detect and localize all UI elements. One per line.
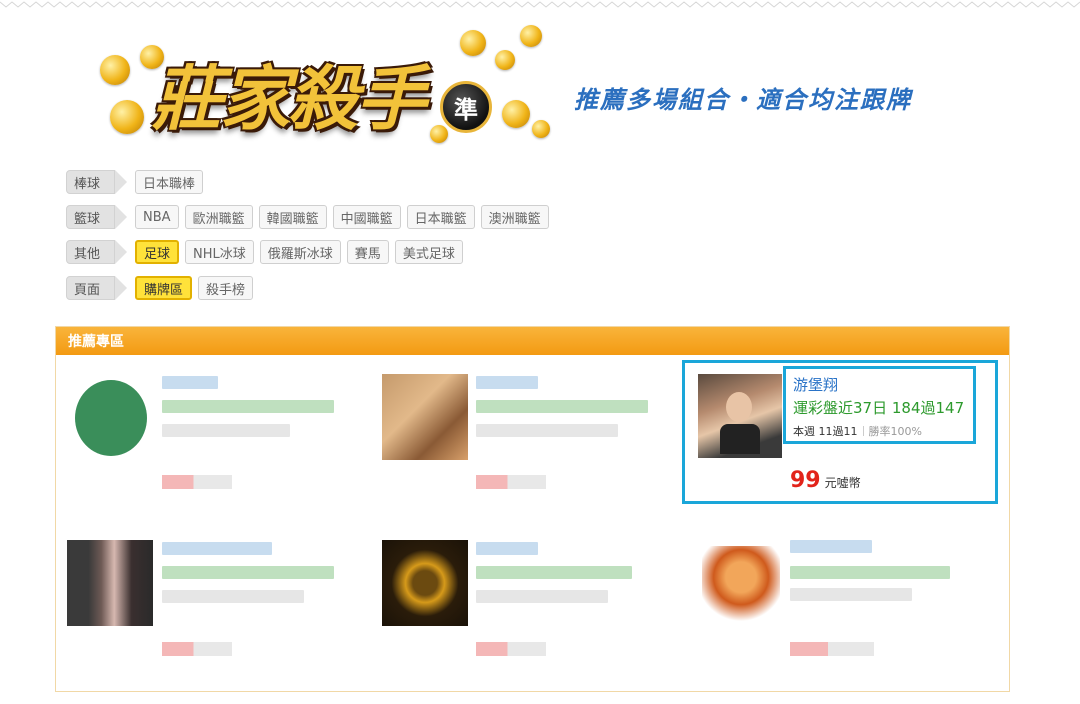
coin-icon <box>110 100 144 134</box>
coin-icon <box>532 120 550 138</box>
tipster-card[interactable] <box>70 372 370 517</box>
filter-chip-korea-basketball[interactable]: 韓國職籃 <box>258 205 327 229</box>
blurred-stats <box>476 590 608 603</box>
filter-chip-american-football[interactable]: 美式足球 <box>394 240 463 264</box>
filter-chip-purchase-area[interactable]: 購牌區 <box>135 276 193 300</box>
top-zigzag-border <box>0 1 1080 8</box>
coin-icon <box>495 50 515 70</box>
filter-row-basketball: 籃球 NBA 歐洲職籃 韓國職籃 中國職籃 日本職籃 澳洲職籃 <box>66 204 549 230</box>
panel-title: 推薦專區 <box>56 327 1009 355</box>
blurred-name <box>476 542 538 555</box>
featured-tipster-record: 運彩盤近37日 184過147 <box>793 399 965 417</box>
blurred-stats <box>790 588 912 601</box>
filter-chip-soccer[interactable]: 足球 <box>135 240 180 264</box>
coin-icon <box>460 30 486 56</box>
blurred-price <box>162 642 232 656</box>
filter-chip-china-basketball[interactable]: 中國職籃 <box>332 205 401 229</box>
tipster-card[interactable] <box>698 538 998 683</box>
blurred-name <box>790 540 872 553</box>
blurred-name <box>162 376 218 389</box>
avatar <box>382 540 468 626</box>
filter-chip-japan-basketball[interactable]: 日本職籃 <box>406 205 475 229</box>
blurred-name <box>476 376 538 389</box>
blurred-record <box>476 400 648 413</box>
filter-chip-killer-ranking[interactable]: 殺手榜 <box>198 276 254 300</box>
week-record: 本週 11過11 <box>793 425 858 438</box>
filter-chip-nba[interactable]: NBA <box>135 205 179 229</box>
blurred-stats <box>476 424 618 437</box>
avatar <box>67 540 153 626</box>
stats-divider <box>862 426 864 436</box>
filter-chip-horse-racing[interactable]: 賽馬 <box>346 240 389 264</box>
blurred-record <box>790 566 950 579</box>
filter-chip-australia-basketball[interactable]: 澳洲職籃 <box>480 205 549 229</box>
header-slogan: 推薦多場組合・適合均注跟牌 <box>574 86 912 114</box>
featured-price[interactable]: 99 元噓幣 <box>790 468 861 493</box>
filter-category-label: 其他 <box>66 240 128 264</box>
coin-icon <box>100 55 130 85</box>
filter-row-baseball: 棒球 日本職棒 <box>66 169 204 195</box>
filter-category-label: 籃球 <box>66 205 128 229</box>
avatar <box>382 374 468 460</box>
price-amount: 99 <box>790 468 821 493</box>
filter-chip-japan-baseball[interactable]: 日本職棒 <box>135 170 204 194</box>
blurred-stats <box>162 590 304 603</box>
site-logo[interactable]: 莊家殺手 準 <box>100 25 560 155</box>
featured-tipster-name[interactable]: 游堡翔 <box>793 374 838 395</box>
blurred-stats <box>162 424 290 437</box>
blurred-price <box>790 642 874 656</box>
blurred-price <box>162 475 232 489</box>
blurred-record <box>162 400 334 413</box>
filter-row-other: 其他 足球 NHL冰球 俄羅斯冰球 賽馬 美式足球 <box>66 239 463 265</box>
filter-chip-nhl[interactable]: NHL冰球 <box>185 240 254 264</box>
featured-avatar <box>698 374 782 458</box>
tipster-card[interactable] <box>67 538 367 683</box>
logo-accuracy-badge: 準 <box>440 81 492 133</box>
avatar <box>75 380 147 456</box>
blurred-price <box>476 475 546 489</box>
coin-icon <box>520 25 542 47</box>
win-rate: 勝率100% <box>868 425 922 438</box>
logo-title: 莊家殺手 <box>152 57 426 140</box>
price-unit: 元噓幣 <box>824 476 861 490</box>
filter-chip-russia-hockey[interactable]: 俄羅斯冰球 <box>259 240 341 264</box>
tipster-card[interactable] <box>382 372 682 517</box>
coin-icon <box>430 125 448 143</box>
blurred-price <box>476 642 546 656</box>
blurred-record <box>476 566 632 579</box>
featured-week-stats: 本週 11過11 勝率100% <box>793 423 922 439</box>
filter-category-label: 頁面 <box>66 276 128 300</box>
filter-category-label: 棒球 <box>66 170 128 194</box>
coin-icon <box>502 100 530 128</box>
avatar <box>702 546 780 624</box>
filter-chip-euro-basketball[interactable]: 歐洲職籃 <box>184 205 253 229</box>
blurred-record <box>162 566 334 579</box>
filter-row-page: 頁面 購牌區 殺手榜 <box>66 275 254 301</box>
blurred-name <box>162 542 272 555</box>
tipster-card[interactable] <box>382 538 682 683</box>
